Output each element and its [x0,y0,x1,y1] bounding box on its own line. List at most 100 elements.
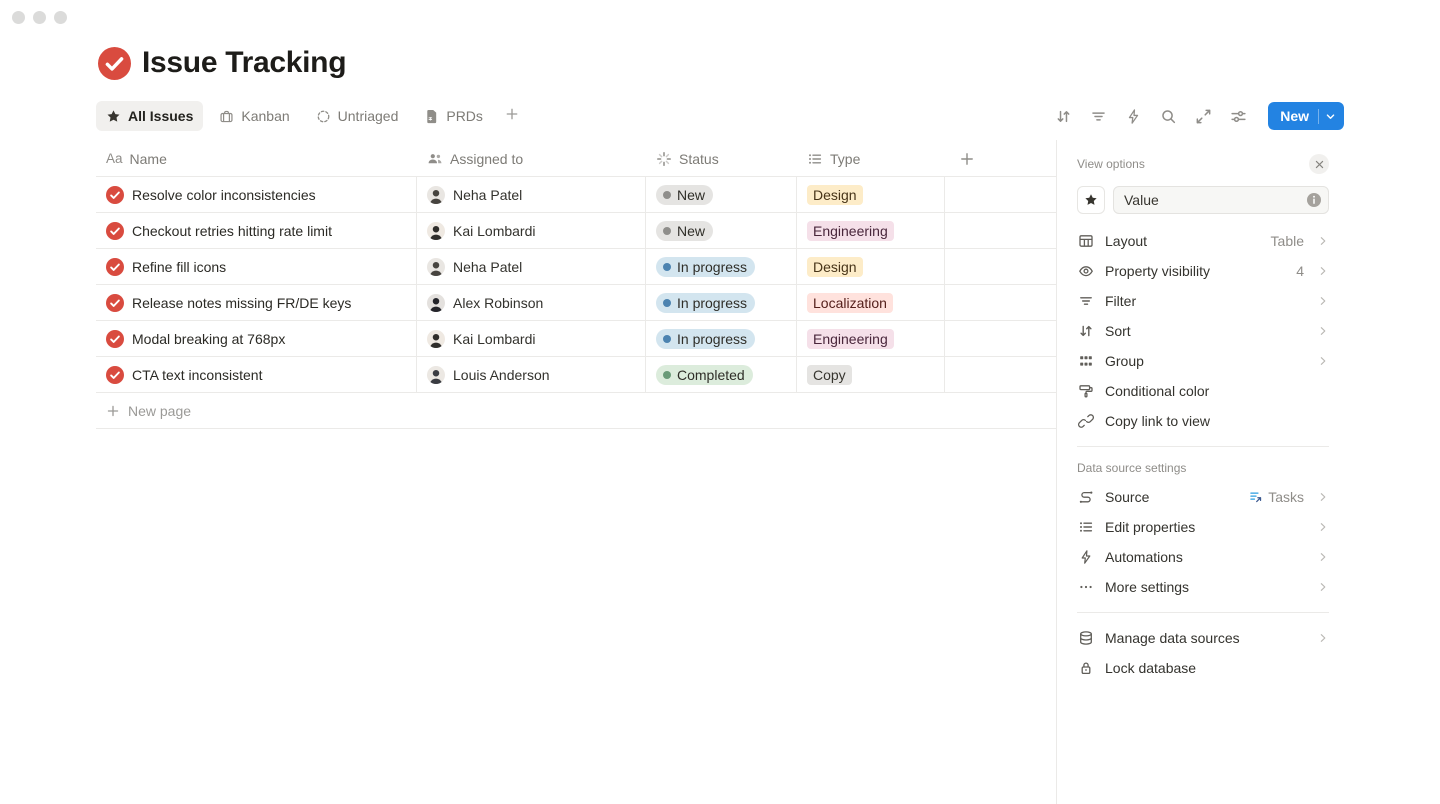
status-label: In progress [677,331,747,347]
menu-item-filter[interactable]: Filter [1077,286,1329,316]
name-cell[interactable]: Checkout retries hitting rate limit [96,213,417,248]
menu-item-more-settings[interactable]: More settings [1077,572,1329,602]
status-cell[interactable]: New [646,177,797,212]
assignee-cell[interactable]: Kai Lombardi [417,213,646,248]
close-icon [1314,159,1325,170]
sliders-icon[interactable] [1225,103,1251,129]
chevron-right-icon [1317,355,1329,367]
table-row: Checkout retries hitting rate limit Kai … [96,213,1056,249]
window-close-button[interactable] [12,11,25,24]
info-icon[interactable] [1306,192,1322,208]
table-row: Refine fill icons Neha Patel In progress… [96,249,1056,285]
menu-item-conditional-color[interactable]: Conditional color [1077,376,1329,406]
status-cell[interactable]: In progress [646,285,797,320]
type-cell[interactable]: Design [797,177,945,212]
close-panel-button[interactable] [1309,154,1329,174]
menu-item-property-visibility[interactable]: Property visibility 4 [1077,256,1329,286]
column-header-assigned-to[interactable]: Assigned to [417,151,646,167]
menu-item-lock-database[interactable]: Lock database [1077,653,1329,683]
type-badge: Engineering [807,329,894,349]
red-check-circle-icon[interactable] [98,47,131,80]
status-dot-icon [663,227,671,235]
name-cell[interactable]: Resolve color inconsistencies [96,177,417,212]
status-cell[interactable]: In progress [646,321,797,356]
type-cell[interactable]: Engineering [797,321,945,356]
menu-item-edit-properties[interactable]: Edit properties [1077,512,1329,542]
chevron-down-icon [1324,110,1337,123]
name-cell[interactable]: Refine fill icons [96,249,417,284]
window-minimize-button[interactable] [33,11,46,24]
empty-cell [945,357,1056,392]
type-cell[interactable]: Engineering [797,213,945,248]
name-cell[interactable]: Modal breaking at 768px [96,321,417,356]
new-button[interactable]: New [1268,102,1318,130]
status-cell[interactable]: In progress [646,249,797,284]
assignee-cell[interactable]: Louis Anderson [417,357,646,392]
status-badge: In progress [656,329,755,349]
link-icon [1077,413,1095,429]
window-zoom-button[interactable] [54,11,67,24]
briefcase-icon [219,109,234,124]
add-view-button[interactable] [499,101,525,131]
view-name-input[interactable] [1113,186,1329,214]
menu-item-sort[interactable]: Sort [1077,316,1329,346]
assignee-cell[interactable]: Alex Robinson [417,285,646,320]
lock-icon [1077,660,1095,676]
search-icon[interactable] [1155,103,1181,129]
tab-kanban[interactable]: Kanban [209,101,299,131]
type-cell[interactable]: Design [797,249,945,284]
favorite-view-button[interactable] [1077,186,1105,214]
expand-icon[interactable] [1190,103,1216,129]
new-page-button[interactable]: New page [96,393,1056,429]
name-cell[interactable]: Release notes missing FR/DE keys [96,285,417,320]
menu-item-source[interactable]: Source Tasks [1077,482,1329,512]
table-header-row: Aa Name Assigned to Status Type [96,141,1056,177]
menu-item-layout[interactable]: Layout Table [1077,226,1329,256]
column-header-status[interactable]: Status [646,151,797,167]
tab-label: All Issues [128,108,193,124]
type-badge: Copy [807,365,852,385]
issue-title: CTA text inconsistent [132,367,262,383]
column-header-type[interactable]: Type [797,151,945,167]
tab-all-issues[interactable]: All Issues [96,101,203,131]
status-badge: New [656,185,713,205]
assignee-cell[interactable]: Neha Patel [417,177,646,212]
assignee-cell[interactable]: Neha Patel [417,249,646,284]
tab-prds[interactable]: PRDs [414,101,493,131]
tab-label: Untriaged [338,108,399,124]
empty-cell [945,177,1056,212]
empty-cell [945,213,1056,248]
document-icon [424,109,439,124]
menu-item-group[interactable]: Group [1077,346,1329,376]
window-controls [12,11,67,24]
app-window: Issue Tracking All Issues Kanban Untriag… [0,0,1440,804]
status-cell[interactable]: Completed [646,357,797,392]
dashed-circle-icon [316,109,331,124]
menu-item-value: Tasks [1249,489,1304,505]
filter-lines-icon[interactable] [1085,103,1111,129]
add-column-button[interactable] [945,151,1056,167]
sort-arrows-icon[interactable] [1050,103,1076,129]
status-cell[interactable]: New [646,213,797,248]
filter-lines-icon [1077,293,1095,309]
assignee-cell[interactable]: Kai Lombardi [417,321,646,356]
chevron-right-icon [1317,295,1329,307]
menu-item-copy-link[interactable]: Copy link to view [1077,406,1329,436]
new-dropdown-button[interactable] [1319,110,1344,123]
menu-item-automations[interactable]: Automations [1077,542,1329,572]
column-header-name[interactable]: Aa Name [96,151,417,167]
status-dot-icon [663,191,671,199]
type-cell[interactable]: Localization [797,285,945,320]
red-check-circle-icon [106,366,124,384]
type-cell[interactable]: Copy [797,357,945,392]
menu-item-manage-data-sources[interactable]: Manage data sources [1077,623,1329,653]
lightning-icon[interactable] [1120,103,1146,129]
name-cell[interactable]: CTA text inconsistent [96,357,417,392]
empty-cell [945,285,1056,320]
issue-title: Refine fill icons [132,259,226,275]
tab-untriaged[interactable]: Untriaged [306,101,409,131]
issue-title: Release notes missing FR/DE keys [132,295,351,311]
red-check-circle-icon [106,258,124,276]
text-aa-icon: Aa [106,151,123,166]
plus-icon [959,151,975,167]
